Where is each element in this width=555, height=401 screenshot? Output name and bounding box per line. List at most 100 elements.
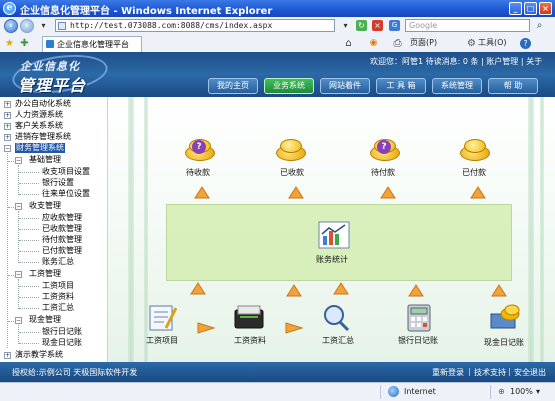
dropdown-arrow-icon[interactable]: ▾ <box>38 20 49 31</box>
tools-gear-icon[interactable]: ⚙ <box>466 38 477 49</box>
tree-leaf[interactable]: 往来单位设置 <box>42 189 90 199</box>
minimize-button[interactable]: _ <box>509 2 522 15</box>
collapse-icon[interactable]: − <box>15 317 22 324</box>
expand-icon[interactable]: + <box>4 112 11 119</box>
tree-line <box>19 172 39 173</box>
url-dropdown-icon[interactable]: ▾ <box>340 20 351 31</box>
maximize-button[interactable]: □ <box>524 2 537 15</box>
nav-help[interactable]: 帮 助 <box>488 78 538 94</box>
nav-business-system[interactable]: 业务系统 <box>264 78 314 94</box>
tree-leaf[interactable]: 已付款管理 <box>42 246 82 256</box>
salary-data-icon[interactable] <box>232 302 266 332</box>
collapse-icon[interactable]: − <box>15 271 22 278</box>
tree-node-basic[interactable]: 基础管理 <box>29 155 61 165</box>
expand-icon[interactable]: + <box>4 134 11 141</box>
site-icon <box>46 40 54 48</box>
search-icon[interactable]: ⌕ <box>534 20 545 31</box>
coin-question-icon[interactable]: ? <box>368 137 402 163</box>
zoom-icon[interactable]: ⊕ <box>498 387 505 396</box>
coin-icon[interactable] <box>274 137 308 163</box>
coin-icon[interactable] <box>458 137 492 163</box>
zoom-dropdown-icon[interactable]: ▾ <box>536 387 540 396</box>
tree-node-cash[interactable]: 现金管理 <box>29 315 61 325</box>
tree-node-income[interactable]: 收支管理 <box>29 201 61 211</box>
arrow-down-icon <box>288 186 304 199</box>
tree-item-hr[interactable]: 人力资源系统 <box>15 110 63 120</box>
close-button[interactable]: × <box>539 2 552 15</box>
collapse-icon[interactable]: − <box>15 203 22 210</box>
back-icon[interactable]: ‹ <box>4 19 18 33</box>
tree-leaf[interactable]: 已收款管理 <box>42 224 82 234</box>
tree-item-oa[interactable]: 办公自动化系统 <box>15 99 71 109</box>
label-cash-journal[interactable]: 现金日记账 <box>484 337 524 348</box>
refresh-icon[interactable]: ↻ <box>356 20 367 31</box>
tree-line <box>7 153 8 348</box>
arrow-down-icon <box>380 186 396 199</box>
label-paid[interactable]: 已付款 <box>462 167 486 178</box>
label-received[interactable]: 已收款 <box>280 167 304 178</box>
chart-report-icon[interactable] <box>317 220 351 250</box>
welcome-text[interactable]: 欢迎您：阿管1 待读消息: 0 条 | 账户管理 | 关于 <box>370 56 542 67</box>
bamboo-decoration <box>528 97 534 362</box>
salary-items-icon[interactable] <box>146 302 178 332</box>
add-favorite-icon[interactable]: ✚ <box>19 38 30 49</box>
relogin-link[interactable]: 重新登录 <box>432 367 464 378</box>
zoom-level[interactable]: 100% <box>510 387 533 396</box>
tree-item-finance[interactable]: 财务管理系统 <box>15 143 65 153</box>
stop-icon[interactable]: × <box>372 20 383 31</box>
expand-icon[interactable]: + <box>4 123 11 130</box>
window-title: 企业信息化管理平台 - Windows Internet Explorer <box>20 6 273 17</box>
tree-item-teaching[interactable]: 演示教学系统 <box>15 350 63 360</box>
home-icon[interactable]: ⌂ <box>343 38 354 49</box>
tree-leaf[interactable]: 工资项目 <box>42 281 74 291</box>
favorites-star-icon[interactable]: ★ <box>4 38 15 49</box>
license-text: 授权给:示例公司 天极国际软件开发 <box>12 368 138 377</box>
url-input[interactable]: http://test.073088.com:8088/cms/index.as… <box>55 19 335 32</box>
bamboo-decoration <box>540 97 544 362</box>
print-icon[interactable]: ⎙ <box>392 38 403 49</box>
address-bar: ‹ › ▾ http://test.073088.com:8088/cms/in… <box>0 17 555 36</box>
tree-leaf[interactable]: 应收款管理 <box>42 213 82 223</box>
logout-link[interactable]: 安全退出 <box>514 367 546 378</box>
coin-question-icon[interactable]: ? <box>183 137 217 163</box>
tree-line <box>19 286 39 287</box>
help-icon[interactable]: ? <box>520 38 531 49</box>
collapse-icon[interactable]: − <box>15 157 22 164</box>
label-receivable[interactable]: 待收款 <box>186 167 210 178</box>
tree-leaf[interactable]: 工资资料 <box>42 292 74 302</box>
label-statistics[interactable]: 账务统计 <box>316 254 348 265</box>
tree-leaf[interactable]: 工资汇总 <box>42 303 74 313</box>
feeds-icon[interactable]: ◉ <box>368 38 379 49</box>
nav-system-admin[interactable]: 系统管理 <box>432 78 482 94</box>
forward-icon[interactable]: › <box>20 19 34 33</box>
tools-menu[interactable]: 工具(O) <box>478 37 507 48</box>
tree-leaf[interactable]: 收支项目设置 <box>42 167 90 177</box>
label-salary-items[interactable]: 工资项目 <box>146 335 178 346</box>
nav-website[interactable]: 网站着件 <box>320 78 370 94</box>
tree-leaf[interactable]: 待付款管理 <box>42 235 82 245</box>
label-bank-journal[interactable]: 银行日记账 <box>398 335 438 346</box>
support-link[interactable]: 技术支持 <box>474 367 506 378</box>
tree-leaf[interactable]: 银行设置 <box>42 178 74 188</box>
nav-my-home[interactable]: 我的主页 <box>208 78 258 94</box>
tree-leaf[interactable]: 银行日记账 <box>42 327 82 337</box>
search-summary-icon[interactable] <box>320 302 352 332</box>
tree-item-inventory[interactable]: 进销存管理系统 <box>15 132 71 142</box>
divider <box>490 385 491 399</box>
page-menu[interactable]: 页面(P) <box>410 37 437 48</box>
tree-item-crm[interactable]: 客户关系系统 <box>15 121 63 131</box>
nav-toolbox[interactable]: 工 具 箱 <box>376 78 426 94</box>
expand-icon[interactable]: + <box>4 101 11 108</box>
search-input[interactable]: Google <box>405 19 530 32</box>
tree-leaf[interactable]: 账务汇总 <box>42 257 74 267</box>
tree-node-salary[interactable]: 工资管理 <box>29 269 61 279</box>
label-payable[interactable]: 待付款 <box>371 167 395 178</box>
cash-coins-icon[interactable] <box>488 302 522 332</box>
label-salary-data[interactable]: 工资资料 <box>234 335 266 346</box>
expand-icon[interactable]: + <box>4 352 11 359</box>
label-salary-summary[interactable]: 工资汇总 <box>322 335 354 346</box>
collapse-icon[interactable]: − <box>4 145 11 152</box>
tab-current[interactable]: 企业信息化管理平台 <box>42 36 142 52</box>
tree-leaf[interactable]: 现金日记账 <box>42 338 82 348</box>
calculator-icon[interactable] <box>403 302 435 332</box>
